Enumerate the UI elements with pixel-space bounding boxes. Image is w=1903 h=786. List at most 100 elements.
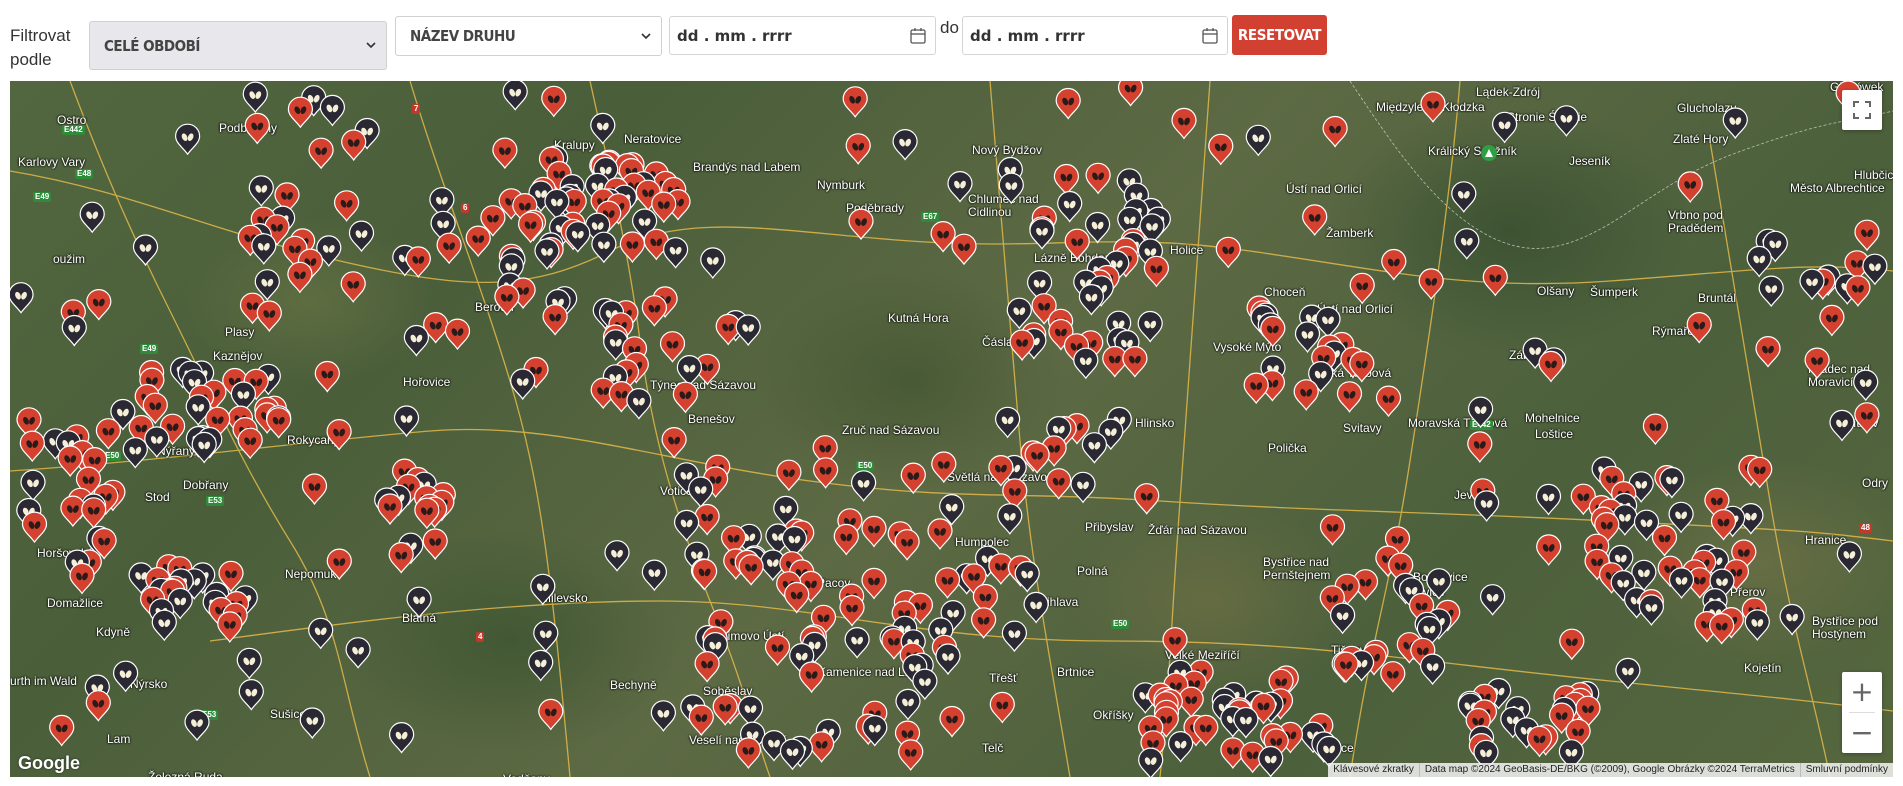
- sighting-marker-dark[interactable]: [528, 649, 554, 682]
- zoom-in-button[interactable]: +: [1842, 672, 1882, 712]
- sighting-marker-dark[interactable]: [1081, 432, 1108, 464]
- sighting-marker-red[interactable]: [659, 331, 686, 363]
- sighting-marker-dark[interactable]: [1078, 284, 1105, 316]
- sighting-marker-dark[interactable]: [1057, 190, 1083, 223]
- sighting-marker-dark[interactable]: [1638, 594, 1665, 626]
- sighting-marker-red[interactable]: [256, 300, 282, 333]
- sighting-marker-red[interactable]: [688, 704, 714, 737]
- sighting-marker-dark[interactable]: [175, 123, 201, 156]
- sighting-marker-dark[interactable]: [1023, 591, 1049, 624]
- sighting-marker-red[interactable]: [1162, 627, 1188, 659]
- sighting-marker-dark[interactable]: [1419, 653, 1446, 686]
- sighting-marker-red[interactable]: [69, 562, 95, 595]
- terms-link[interactable]: Smluvní podmínky: [1799, 763, 1893, 777]
- sighting-marker-dark[interactable]: [1029, 218, 1055, 250]
- sighting-marker-dark[interactable]: [1014, 560, 1040, 593]
- zoom-out-button[interactable]: −: [1842, 713, 1882, 753]
- sighting-marker-red[interactable]: [661, 427, 687, 459]
- sighting-marker-red[interactable]: [833, 523, 859, 556]
- sighting-marker-dark[interactable]: [319, 94, 345, 127]
- sighting-marker-red[interactable]: [341, 129, 367, 162]
- sighting-marker-red[interactable]: [1134, 483, 1160, 515]
- sighting-marker-dark[interactable]: [673, 509, 700, 542]
- sighting-marker-red[interactable]: [492, 137, 518, 170]
- sighting-marker-red[interactable]: [1854, 402, 1880, 434]
- sighting-marker-dark[interactable]: [1316, 735, 1342, 768]
- sighting-marker-red[interactable]: [81, 497, 107, 529]
- date-from-input[interactable]: dd . mm . rrrr: [669, 16, 936, 55]
- sighting-marker-red[interactable]: [951, 233, 977, 266]
- sighting-marker-red[interactable]: [848, 208, 874, 241]
- sighting-marker-dark[interactable]: [20, 469, 46, 502]
- sighting-marker-dark[interactable]: [1553, 105, 1580, 137]
- sighting-marker-dark[interactable]: [1451, 181, 1477, 213]
- sighting-marker-red[interactable]: [314, 360, 340, 393]
- sighting-marker-dark[interactable]: [299, 707, 325, 740]
- sighting-marker-dark[interactable]: [1426, 568, 1452, 600]
- sighting-marker-red[interactable]: [287, 96, 313, 129]
- calendar-icon[interactable]: [910, 27, 926, 44]
- sighting-marker-dark[interactable]: [533, 620, 559, 653]
- sighting-marker-dark[interactable]: [191, 431, 217, 464]
- keyboard-shortcuts-link[interactable]: Klávesové zkratky: [1328, 763, 1419, 777]
- sighting-marker-dark[interactable]: [591, 231, 617, 264]
- sighting-marker-red[interactable]: [898, 739, 924, 771]
- sighting-marker-red[interactable]: [1381, 248, 1407, 281]
- sighting-marker-red[interactable]: [95, 418, 122, 450]
- sighting-marker-red[interactable]: [19, 430, 45, 463]
- sighting-marker-dark[interactable]: [502, 81, 528, 111]
- sighting-marker-dark[interactable]: [626, 388, 652, 420]
- sighting-marker-red[interactable]: [287, 261, 313, 294]
- calendar-icon[interactable]: [1202, 27, 1218, 44]
- sighting-marker-red[interactable]: [377, 493, 403, 526]
- sighting-marker-dark[interactable]: [1631, 559, 1657, 592]
- sighting-marker-red[interactable]: [1117, 81, 1144, 107]
- sighting-marker-dark[interactable]: [1758, 275, 1784, 308]
- sighting-marker-dark[interactable]: [132, 234, 159, 267]
- sighting-marker-dark[interactable]: [1454, 228, 1480, 260]
- sighting-marker-dark[interactable]: [688, 476, 714, 509]
- sighting-marker-dark[interactable]: [1467, 396, 1494, 429]
- sighting-marker-red[interactable]: [1686, 312, 1712, 344]
- sighting-marker-dark[interactable]: [641, 559, 668, 592]
- sighting-marker-red[interactable]: [738, 554, 764, 586]
- sighting-marker-red[interactable]: [237, 427, 263, 460]
- sighting-marker-dark[interactable]: [1615, 657, 1641, 690]
- sighting-marker-red[interactable]: [1336, 381, 1363, 413]
- sighting-marker-dark[interactable]: [1779, 603, 1805, 636]
- sighting-marker-red[interactable]: [1046, 468, 1072, 500]
- sighting-marker-red[interactable]: [845, 133, 871, 165]
- sighting-marker-red[interactable]: [812, 457, 839, 489]
- sighting-marker-dark[interactable]: [1836, 541, 1863, 573]
- sighting-marker-dark[interactable]: [242, 81, 268, 114]
- sighting-marker-red[interactable]: [1319, 514, 1346, 546]
- sighting-marker-dark[interactable]: [534, 238, 560, 270]
- sighting-marker-red[interactable]: [808, 731, 835, 763]
- sighting-marker-dark[interactable]: [1473, 490, 1500, 522]
- sighting-marker-red[interactable]: [21, 511, 48, 544]
- sighting-marker-red[interactable]: [1349, 272, 1375, 305]
- sighting-marker-red[interactable]: [1559, 628, 1585, 661]
- sighting-marker-red[interactable]: [1024, 442, 1050, 474]
- sighting-marker-dark[interactable]: [79, 201, 105, 234]
- sighting-marker-red[interactable]: [861, 515, 887, 548]
- sighting-marker-red[interactable]: [1418, 268, 1444, 300]
- sighting-marker-dark[interactable]: [1535, 483, 1562, 516]
- sighting-marker-red[interactable]: [1536, 534, 1562, 566]
- sighting-marker-dark[interactable]: [122, 437, 148, 469]
- sighting-marker-red[interactable]: [1143, 255, 1170, 288]
- sighting-marker-red[interactable]: [1322, 115, 1348, 148]
- sighting-marker-dark[interactable]: [530, 573, 556, 606]
- sighting-marker-dark[interactable]: [676, 355, 703, 387]
- sighting-marker-red[interactable]: [1260, 315, 1286, 348]
- sighting-marker-red[interactable]: [422, 528, 448, 561]
- sighting-marker-dark[interactable]: [1659, 466, 1685, 499]
- sighting-marker-dark[interactable]: [892, 129, 918, 161]
- date-to-input[interactable]: dd . mm . rrrr: [962, 16, 1228, 55]
- sighting-marker-red[interactable]: [244, 112, 270, 145]
- sighting-marker-dark[interactable]: [844, 627, 870, 659]
- sighting-marker-dark[interactable]: [393, 405, 420, 438]
- sighting-marker-red[interactable]: [1651, 524, 1678, 557]
- sighting-marker-red[interactable]: [839, 594, 865, 627]
- sighting-marker-dark[interactable]: [345, 637, 371, 669]
